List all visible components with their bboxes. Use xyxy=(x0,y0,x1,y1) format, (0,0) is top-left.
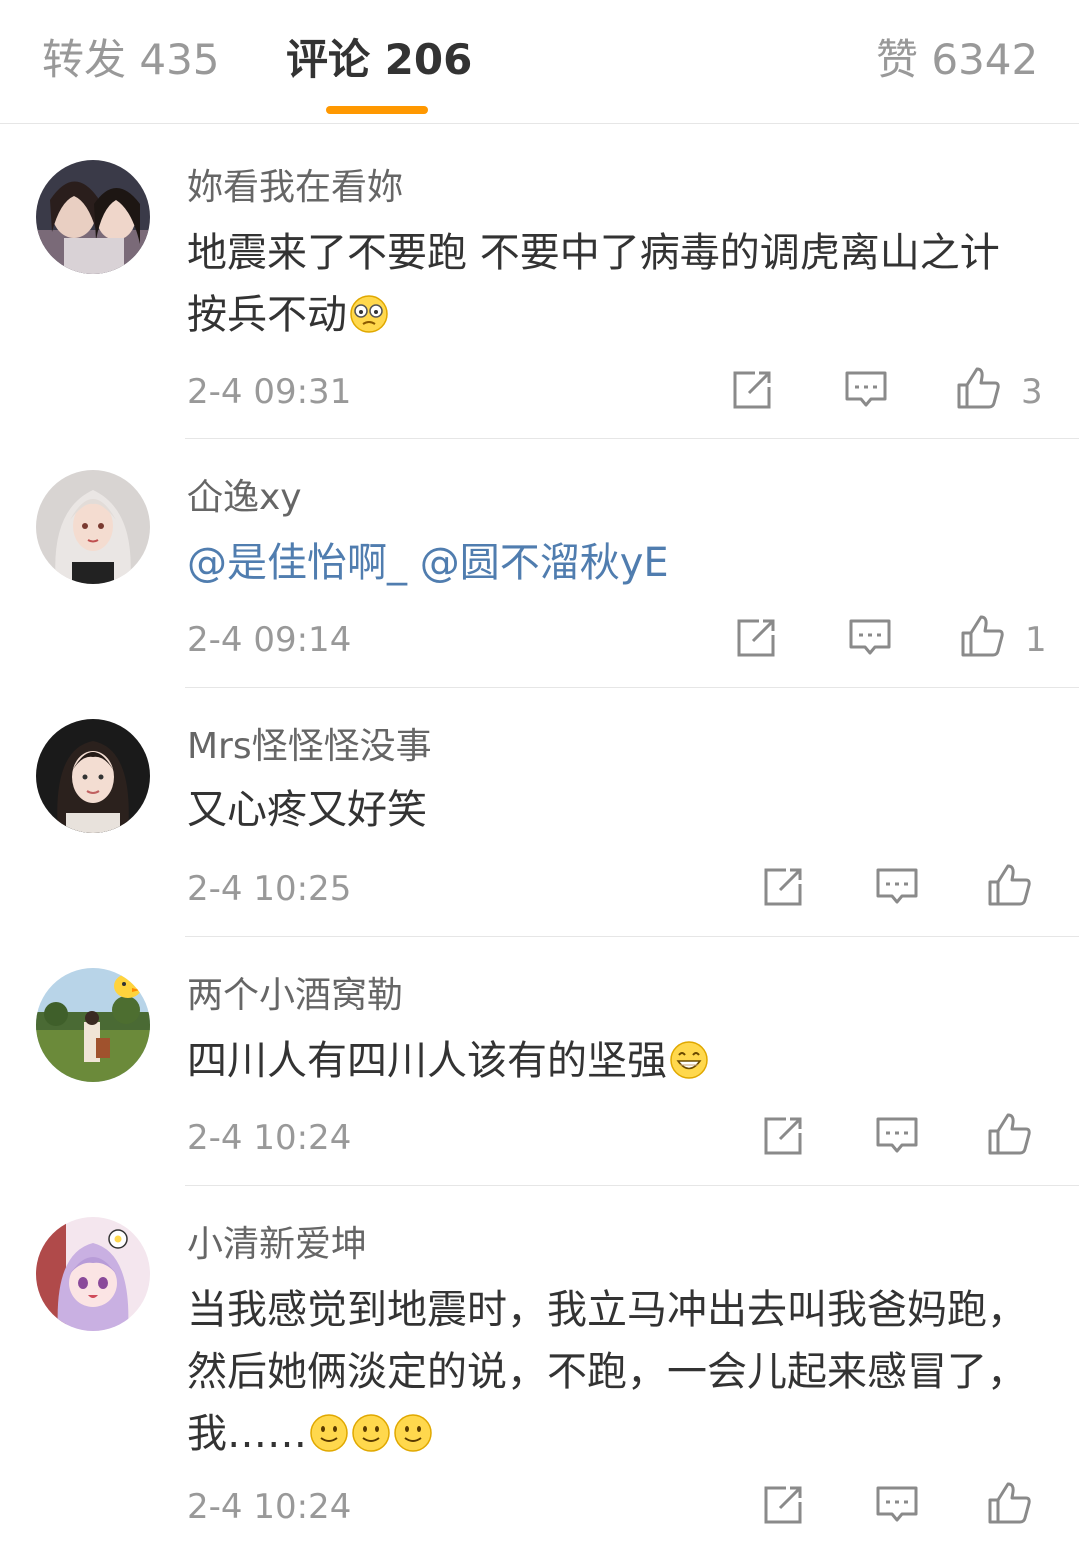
avatar[interactable] xyxy=(36,1217,150,1331)
avatar[interactable] xyxy=(36,470,150,584)
active-tab-indicator xyxy=(326,106,428,114)
tab-reposts[interactable]: 转发 435 xyxy=(42,32,220,88)
comment-text: 当我感觉到地震时，我立马冲出去叫我爸妈跑，然后她俩淡定的说，不跑，一会儿起来感冒… xyxy=(187,1279,1047,1465)
username[interactable]: Mrs怪怪怪没事 xyxy=(187,725,432,769)
username[interactable]: 小清新爱坤 xyxy=(187,1223,367,1267)
comment-time: 2-4 09:31 xyxy=(187,372,352,412)
comment-icon[interactable] xyxy=(843,367,889,413)
thumbs-up-icon[interactable] xyxy=(955,365,1001,411)
thumbs-up-icon[interactable] xyxy=(986,862,1032,908)
thumbs-up-icon[interactable] xyxy=(986,1480,1032,1526)
repost-icon[interactable] xyxy=(760,1113,806,1159)
username[interactable]: 两个小酒窝勒 xyxy=(187,974,403,1018)
divider xyxy=(185,1185,1079,1186)
comment-icon[interactable] xyxy=(874,864,920,910)
username[interactable]: 仚逸xy xyxy=(187,476,302,520)
comment-text-body: 地震来了不要跑 不要中了病毒的调虎离山之计 按兵不动 xyxy=(187,230,1000,338)
repost-icon[interactable] xyxy=(760,864,806,910)
comment-text: 地震来了不要跑 不要中了病毒的调虎离山之计 按兵不动 xyxy=(187,222,1047,346)
comment-item: Mrs怪怪怪没事 又心疼又好笑 2-4 10:25 xyxy=(0,689,1079,938)
comment-text: 四川人有四川人该有的坚强 xyxy=(187,1030,1047,1092)
avatar[interactable] xyxy=(36,160,150,274)
comment-text-body: 四川人有四川人该有的坚强 xyxy=(187,1038,667,1084)
thinking-emoji xyxy=(350,295,388,333)
comment-text: 又心疼又好笑 xyxy=(187,787,427,833)
comment-item: 两个小酒窝勒 四川人有四川人该有的坚强 2-4 10:24 xyxy=(0,938,1079,1187)
comment-item: 妳看我在看妳 地震来了不要跑 不要中了病毒的调虎离山之计 按兵不动 2-4 09… xyxy=(0,124,1079,440)
comment-item: 仚逸xy @是佳怡啊_ @圆不溜秋yE 2-4 09:14 1 xyxy=(0,440,1079,689)
tab-likes[interactable]: 赞 6342 xyxy=(876,32,1038,88)
smile-emoji xyxy=(310,1414,348,1452)
comment-icon[interactable] xyxy=(847,615,893,661)
comment-icon[interactable] xyxy=(874,1113,920,1159)
tab-comments[interactable]: 评论 206 xyxy=(286,32,472,88)
mention-link[interactable]: @是佳怡啊_ xyxy=(187,540,407,586)
thumbs-up-icon[interactable] xyxy=(986,1111,1032,1157)
username[interactable]: 妳看我在看妳 xyxy=(187,166,403,210)
like-count: 1 xyxy=(1025,620,1047,660)
repost-icon[interactable] xyxy=(760,1482,806,1528)
like-count: 3 xyxy=(1021,372,1043,412)
smile-emoji xyxy=(352,1414,390,1452)
comment-time: 2-4 09:14 xyxy=(187,620,352,660)
divider xyxy=(185,438,1079,439)
repost-icon[interactable] xyxy=(733,615,779,661)
comment-icon[interactable] xyxy=(874,1482,920,1528)
mention-link[interactable]: @圆不溜秋yE xyxy=(420,540,669,586)
comment-time: 2-4 10:25 xyxy=(187,869,352,909)
comment-time: 2-4 10:24 xyxy=(187,1118,352,1158)
divider xyxy=(185,687,1079,688)
avatar[interactable] xyxy=(36,968,150,1082)
tab-bar: 转发 435 评论 206 赞 6342 xyxy=(0,0,1079,124)
thumbs-up-icon[interactable] xyxy=(959,613,1005,659)
comment-item: 小清新爱坤 当我感觉到地震时，我立马冲出去叫我爸妈跑，然后她俩淡定的说，不跑，一… xyxy=(0,1187,1079,1545)
smile-emoji xyxy=(394,1414,432,1452)
divider xyxy=(185,936,1079,937)
grin-emoji xyxy=(670,1041,708,1079)
repost-icon[interactable] xyxy=(729,367,775,413)
comment-text: @是佳怡啊_ @圆不溜秋yE xyxy=(187,532,1047,594)
comment-time: 2-4 10:24 xyxy=(187,1487,352,1527)
avatar[interactable] xyxy=(36,719,150,833)
